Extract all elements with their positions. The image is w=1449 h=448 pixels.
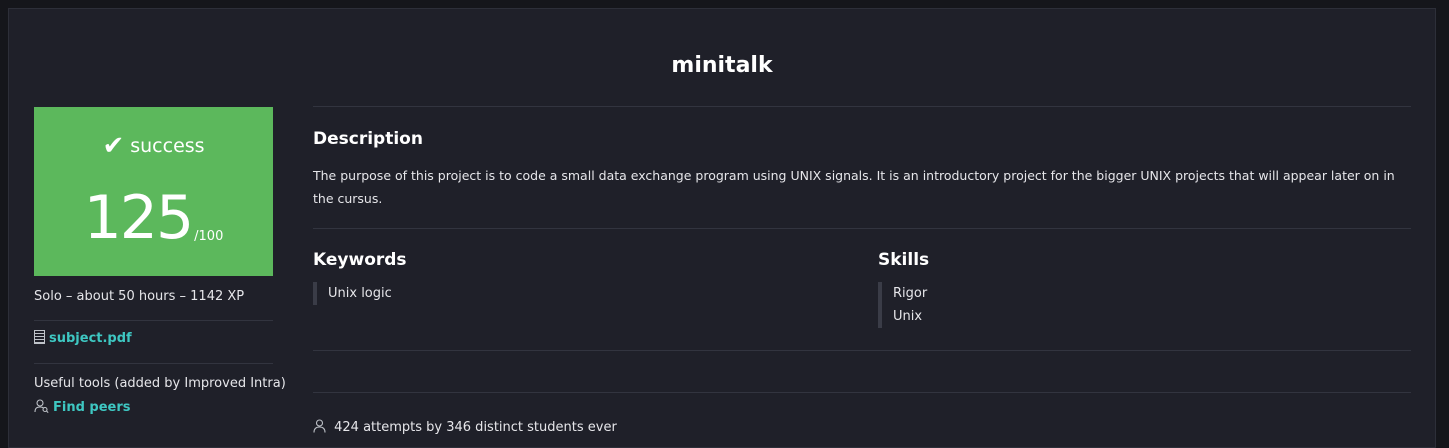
divider bbox=[313, 392, 1411, 393]
project-meta: Solo – about 50 hours – 1142 XP bbox=[34, 289, 245, 304]
status-label: success bbox=[130, 135, 205, 157]
grade-max: /100 bbox=[194, 229, 224, 244]
useful-tools-label: Useful tools (added by Improved Intra) bbox=[34, 376, 286, 391]
attempts-row: 424 attempts by 346 distinct students ev… bbox=[313, 419, 617, 435]
divider bbox=[34, 363, 273, 364]
divider bbox=[313, 350, 1411, 351]
status-line: ✔ success bbox=[34, 131, 273, 161]
person-icon bbox=[313, 419, 334, 435]
divider bbox=[313, 106, 1411, 107]
divider bbox=[34, 320, 273, 321]
pdf-icon bbox=[34, 330, 45, 344]
skills-heading: Skills bbox=[878, 250, 930, 270]
skill-item: Rigor bbox=[893, 286, 928, 301]
subject-row: subject.pdf bbox=[34, 330, 132, 346]
project-panel: minitalk ✔ success 125/100 Solo – about 5… bbox=[8, 8, 1436, 448]
keywords-list: Unix logic bbox=[313, 282, 392, 305]
person-search-icon bbox=[34, 399, 49, 415]
find-peers-row: Find peers bbox=[34, 399, 131, 415]
skills-list: Rigor Unix bbox=[878, 282, 927, 328]
keyword-item: Unix logic bbox=[328, 286, 392, 301]
score-box: ✔ success 125/100 bbox=[34, 107, 273, 276]
keywords-heading: Keywords bbox=[313, 250, 407, 270]
check-icon: ✔ bbox=[102, 131, 125, 161]
divider bbox=[313, 228, 1411, 229]
skill-item: Unix bbox=[893, 309, 923, 324]
description-text: The purpose of this project is to code a… bbox=[313, 168, 1395, 206]
attempts-text: 424 attempts by 346 distinct students ev… bbox=[334, 420, 617, 435]
grade-line: 125/100 bbox=[34, 183, 273, 253]
page-title: minitalk bbox=[671, 53, 773, 78]
find-peers-link[interactable]: Find peers bbox=[53, 400, 131, 415]
subject-pdf-link[interactable]: subject.pdf bbox=[49, 331, 132, 346]
grade-value: 125 bbox=[83, 183, 195, 253]
description-heading: Description bbox=[313, 129, 423, 149]
